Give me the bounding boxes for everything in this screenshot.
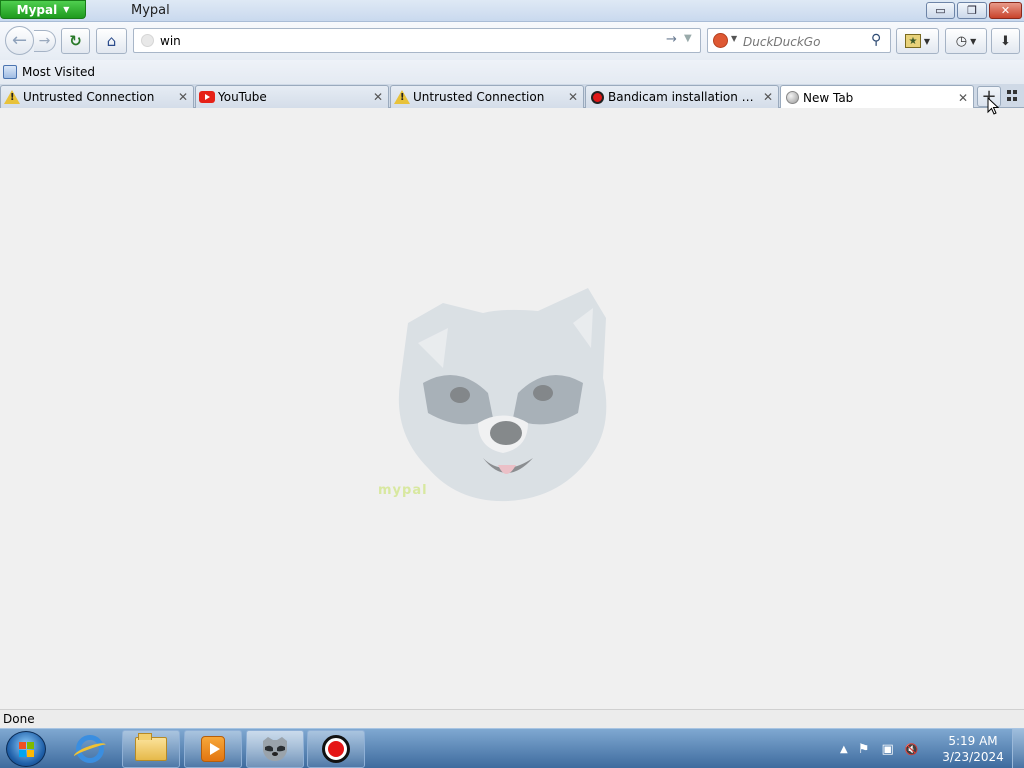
show-desktop-button[interactable] xyxy=(1012,729,1024,768)
warning-icon xyxy=(394,89,410,105)
taskbar-internet-explorer[interactable] xyxy=(65,730,115,768)
youtube-icon xyxy=(199,89,215,105)
search-bar[interactable]: ▼ ⚲ xyxy=(707,28,891,53)
forward-button[interactable]: → xyxy=(34,30,56,52)
history-button[interactable]: ◷ ▼ xyxy=(945,28,987,54)
tab-bandicam[interactable]: Bandicam installation com... ✕ xyxy=(585,85,779,108)
tab-close-icon[interactable]: ✕ xyxy=(760,90,776,104)
mypal-raccoon-logo xyxy=(398,288,607,502)
new-tab-page: mypal xyxy=(0,108,1024,709)
bookmark-folder-icon xyxy=(3,65,17,79)
restore-button[interactable]: ❐ xyxy=(957,2,987,19)
minimize-icon: ▭ xyxy=(935,4,946,17)
home-icon: ⌂ xyxy=(106,32,117,50)
status-bar: Done xyxy=(0,709,1024,728)
tab-label: Untrusted Connection xyxy=(413,90,545,104)
tab-groups-grid-icon[interactable] xyxy=(1007,90,1019,102)
search-engine-dropdown-icon[interactable]: ▼ xyxy=(731,34,737,43)
bandicam-icon xyxy=(322,735,350,763)
volume-muted-icon[interactable]: 🔇 xyxy=(904,741,920,757)
internet-explorer-icon xyxy=(76,735,104,763)
file-explorer-icon xyxy=(135,733,167,761)
taskbar-file-explorer[interactable] xyxy=(122,730,180,768)
app-menu-button[interactable]: Mypal ▼ xyxy=(0,0,86,19)
back-button[interactable]: ← xyxy=(5,26,34,55)
mypal-logo-text: mypal xyxy=(378,483,428,498)
tab-label: New Tab xyxy=(803,90,854,105)
tab-strip: Untrusted Connection ✕ YouTube ✕ Untrust… xyxy=(0,84,1024,109)
windows-logo-icon xyxy=(19,742,35,758)
url-input[interactable] xyxy=(160,32,660,50)
tab-untrusted-connection-2[interactable]: Untrusted Connection ✕ xyxy=(390,85,584,108)
windows-taskbar: ▲ ⚑ ▣ 🔇 5:19 AM 3/23/2024 xyxy=(0,728,1024,768)
mypal-raccoon-icon xyxy=(263,737,287,761)
chevron-down-icon: ▼ xyxy=(970,36,977,46)
tab-label: YouTube xyxy=(218,90,267,104)
clock-time: 5:19 AM xyxy=(948,734,998,748)
network-icon[interactable]: ▣ xyxy=(880,741,896,757)
restore-icon: ❐ xyxy=(967,4,977,17)
taskbar-bandicam[interactable] xyxy=(307,730,365,768)
download-icon: ⬇ xyxy=(1000,33,1011,49)
tab-label: Untrusted Connection xyxy=(23,90,155,104)
bookmark-most-visited[interactable]: Most Visited xyxy=(3,63,95,81)
mouse-cursor-icon xyxy=(987,97,999,115)
action-center-flag-icon[interactable]: ⚑ xyxy=(856,741,872,757)
site-identity-icon[interactable] xyxy=(141,34,154,47)
tab-new-tab[interactable]: New Tab ✕ xyxy=(780,85,974,109)
tab-close-icon[interactable]: ✕ xyxy=(370,90,386,104)
chevron-down-icon: ▼ xyxy=(63,5,70,14)
reload-icon: ↻ xyxy=(69,32,82,50)
system-tray: ▲ ⚑ ▣ 🔇 xyxy=(840,729,920,768)
tab-close-icon[interactable]: ✕ xyxy=(955,91,971,105)
history-clock-icon: ◷ xyxy=(955,33,968,49)
warning-icon xyxy=(4,89,20,105)
search-input[interactable] xyxy=(743,33,863,50)
title-bar: Mypal ▼ Mypal ▭ ❐ ✕ xyxy=(0,0,1024,22)
close-icon: ✕ xyxy=(1000,4,1011,17)
bandicam-icon xyxy=(589,89,605,105)
reload-button[interactable]: ↻ xyxy=(61,28,90,54)
show-hidden-icons-icon[interactable]: ▲ xyxy=(840,744,848,755)
bookmarks-toolbar: Most Visited xyxy=(0,60,1024,84)
tab-untrusted-connection-1[interactable]: Untrusted Connection ✕ xyxy=(0,85,194,108)
navigation-toolbar: ← → ↻ ⌂ → ▼ ▼ ⚲ ★ ▼ ◷ ▼ ⬇ xyxy=(0,22,1024,60)
app-menu-label: Mypal xyxy=(16,2,58,17)
tab-close-icon[interactable]: ✕ xyxy=(565,90,581,104)
duckduckgo-icon[interactable] xyxy=(713,33,728,48)
tab-close-icon[interactable]: ✕ xyxy=(175,90,191,104)
clock[interactable]: 5:19 AM 3/23/2024 xyxy=(942,733,1004,765)
bookmarks-star-icon: ★ xyxy=(904,34,921,48)
bookmark-label: Most Visited xyxy=(22,65,96,79)
close-window-button[interactable]: ✕ xyxy=(989,2,1022,19)
go-arrow-icon[interactable]: → xyxy=(666,32,677,47)
home-button[interactable]: ⌂ xyxy=(96,28,127,54)
forward-arrow-icon: → xyxy=(38,33,51,49)
globe-icon xyxy=(784,90,800,106)
taskbar-media-player[interactable] xyxy=(184,730,242,768)
start-button[interactable] xyxy=(6,731,46,767)
window-title: Mypal xyxy=(131,3,170,18)
media-player-icon xyxy=(201,736,225,762)
tab-youtube[interactable]: YouTube ✕ xyxy=(195,85,389,108)
url-history-dropdown-icon[interactable]: ▼ xyxy=(684,33,692,44)
clock-date: 3/23/2024 xyxy=(942,750,1004,764)
chevron-down-icon: ▼ xyxy=(923,36,931,46)
bookmarks-menu-button[interactable]: ★ ▼ xyxy=(896,28,939,54)
url-bar[interactable]: → ▼ xyxy=(133,28,701,53)
tab-label: Bandicam installation com... xyxy=(608,90,760,104)
taskbar-mypal[interactable] xyxy=(246,730,304,768)
downloads-button[interactable]: ⬇ xyxy=(991,28,1020,54)
status-text: Done xyxy=(3,712,35,726)
minimize-button[interactable]: ▭ xyxy=(926,2,955,19)
back-arrow-icon: ← xyxy=(11,30,28,51)
search-icon[interactable]: ⚲ xyxy=(871,32,881,48)
